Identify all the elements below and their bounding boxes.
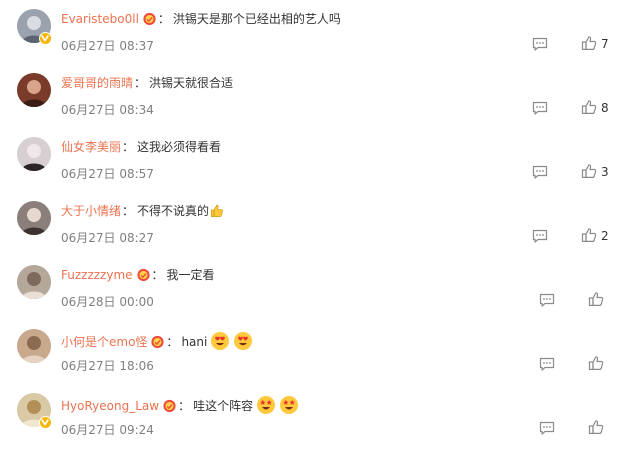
like-icon[interactable] [581,35,597,51]
comment-line: Fuzzzzzyme ：我一定看 [61,267,215,283]
comment-item: 小何是个emo怪 ： hani 06月27日 18:06 [0,329,634,393]
like-count[interactable]: 2 [601,229,609,243]
reply-icon[interactable] [532,228,548,244]
fan-medal-icon [142,11,157,26]
username-link[interactable]: 大于小情绪 [61,204,121,218]
comment-text: 不得不说真的 [137,204,210,218]
like-icon[interactable] [581,163,597,179]
comment-line: 爱哥哥的雨晴： 洪锡天就很合适 [61,75,233,91]
comment-item: 仙女李美丽： 这我必须得看看 06月27日 08:57 3 [0,137,634,201]
like-icon[interactable] [588,419,604,435]
username-link[interactable]: 小何是个emo怪 [61,335,147,349]
separator: ： [157,12,170,26]
username-link[interactable]: 仙女李美丽 [61,140,121,154]
username-link[interactable]: Evaristebo0ll [61,12,139,26]
like-count[interactable]: 7 [601,37,609,51]
separator: ： [151,268,164,282]
comment-time: 06月28日 00:00 [61,295,154,309]
comment-time: 06月27日 09:24 [61,423,154,437]
verified-badge-icon [39,416,52,429]
like-icon[interactable] [588,291,604,307]
user-avatar[interactable] [17,265,51,299]
comment-text: 哇这个阵容 [193,399,254,413]
comment-line: Evaristebo0ll ：洪锡天是那个已经出相的艺人吗 [61,11,341,27]
fan-medal-icon [150,334,165,349]
comment-text: 我一定看 [166,268,215,282]
star-struck-emoji-icon [256,395,276,415]
separator: ： [134,76,147,90]
separator: ： [178,399,191,413]
comment-line: 仙女李美丽： 这我必须得看看 [61,139,221,155]
like-icon[interactable] [581,99,597,115]
reply-icon[interactable] [539,420,555,436]
like-count[interactable]: 8 [601,101,609,115]
comment-line: 大于小情绪： 不得不说真的 [61,203,224,219]
fan-medal-icon [162,398,177,413]
verified-badge-icon [39,32,52,45]
reply-icon[interactable] [532,164,548,180]
comment-item: 大于小情绪： 不得不说真的 06月27日 08:27 2 [0,201,634,265]
user-avatar[interactable] [17,201,51,235]
star-struck-emoji-icon [279,395,299,415]
user-avatar[interactable] [17,137,51,171]
reply-icon[interactable] [532,100,548,116]
reply-icon[interactable] [532,36,548,52]
separator: ： [166,335,179,349]
comment-text: 洪锡天是那个已经出相的艺人吗 [172,12,341,26]
like-icon[interactable] [581,227,597,243]
user-avatar[interactable] [17,329,51,363]
comment-item: HyoRyeong_Law ：哇这个阵容 06月27日 09:24 [0,393,634,457]
separator: ： [122,204,135,218]
heart-eyes-emoji-icon [233,331,253,351]
comment-item: Evaristebo0ll ：洪锡天是那个已经出相的艺人吗 06月27日 08:3… [0,9,634,73]
reply-icon[interactable] [539,292,555,308]
thumbs-up-emoji-icon [210,204,224,218]
username-link[interactable]: Fuzzzzzyme [61,268,133,282]
comment-item: 爱哥哥的雨晴： 洪锡天就很合适 06月27日 08:34 8 [0,73,634,137]
comment-line: 小何是个emo怪 ： hani [61,331,253,351]
comment-time: 06月27日 08:27 [61,231,154,245]
comment-line: HyoRyeong_Law ：哇这个阵容 [61,395,299,415]
comment-text: hani [181,335,208,349]
separator: ： [122,140,135,154]
fan-medal-icon [136,267,151,282]
like-count[interactable]: 3 [601,165,609,179]
comment-time: 06月27日 18:06 [61,359,154,373]
comment-item: Fuzzzzzyme ：我一定看 06月28日 00:00 [0,265,634,329]
username-link[interactable]: 爱哥哥的雨晴 [61,76,133,90]
comment-time: 06月27日 08:37 [61,39,154,53]
reply-icon[interactable] [539,356,555,372]
comment-text: 洪锡天就很合适 [149,76,234,90]
user-avatar[interactable] [17,73,51,107]
username-link[interactable]: HyoRyeong_Law [61,399,159,413]
comment-text: 这我必须得看看 [137,140,222,154]
comment-time: 06月27日 08:57 [61,167,154,181]
comment-time: 06月27日 08:34 [61,103,154,117]
heart-eyes-emoji-icon [210,331,230,351]
like-icon[interactable] [588,355,604,371]
